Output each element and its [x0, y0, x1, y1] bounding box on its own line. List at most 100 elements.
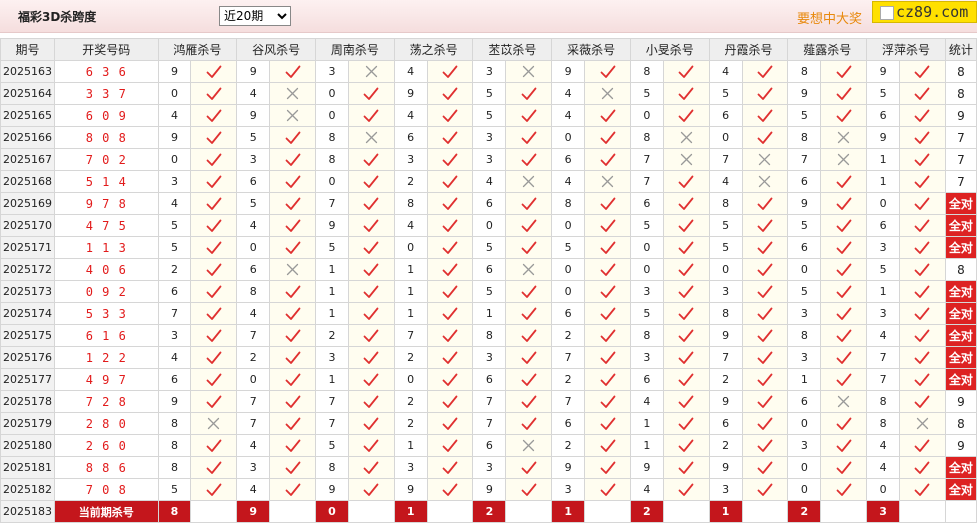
kill-number-cell: 0: [315, 82, 349, 105]
result-cell: [820, 368, 868, 391]
result-cell: [584, 214, 631, 237]
check-icon: [664, 395, 709, 409]
current-blank-cell: [662, 500, 710, 523]
kill-number-cell: 5: [787, 280, 822, 303]
draw-number-cell: 0 9 2: [53, 280, 159, 303]
check-icon: [191, 131, 236, 145]
draw-number-cell: 1 1 3: [53, 236, 159, 259]
kill-number-cell: 6: [472, 258, 507, 281]
kill-number-cell: 6: [551, 412, 586, 435]
result-cell: [190, 126, 238, 149]
period-cell: 2025163: [0, 60, 55, 83]
check-icon: [664, 329, 709, 343]
check-icon: [664, 307, 709, 321]
kill-number-cell: 1: [393, 258, 428, 281]
draw-number-cell: 1 2 2: [53, 346, 159, 369]
kill-number-cell: 2: [708, 434, 743, 457]
result-cell: [820, 412, 868, 435]
check-icon: [585, 131, 630, 145]
result-cell: [741, 104, 789, 127]
result-cell: [269, 104, 316, 127]
result-cell: [741, 192, 789, 215]
table-row: 2025172 4 0 62 6 1 1 6 0 0 0 0 5 8: [0, 258, 977, 281]
stat-cell: 7: [944, 148, 977, 171]
cross-icon: [349, 65, 394, 78]
result-cell: [584, 368, 631, 391]
result-cell: [899, 126, 946, 149]
check-icon: [428, 483, 473, 497]
result-cell: [820, 324, 868, 347]
result-cell: [426, 60, 474, 83]
kill-number-cell: 8: [315, 456, 349, 479]
check-icon: [191, 439, 236, 453]
result-cell: [820, 82, 868, 105]
check-icon: [506, 373, 551, 387]
kill-number-cell: 8: [787, 60, 822, 83]
kill-number-cell: 8: [551, 192, 586, 215]
kill-number-cell: 4: [472, 170, 507, 193]
kill-number-cell: 2: [315, 324, 349, 347]
check-icon: [664, 285, 709, 299]
check-icon: [664, 373, 709, 387]
result-cell: [820, 258, 868, 281]
kill-number-cell: 0: [787, 412, 822, 435]
result-cell: [584, 126, 631, 149]
result-cell: [584, 324, 631, 347]
result-cell: [505, 456, 553, 479]
check-icon: [743, 285, 788, 299]
table-row: 2025167 7 0 20 3 8 3 3 6 7 7 7 1 7: [0, 148, 977, 171]
draw-number-cell: 8 8 6: [53, 456, 159, 479]
period-select[interactable]: 近20期: [219, 6, 291, 26]
result-cell: [269, 390, 316, 413]
result-cell: [820, 170, 868, 193]
check-icon: [585, 263, 630, 277]
result-cell: [347, 280, 395, 303]
period-cell: 2025166: [0, 126, 55, 149]
stat-cell: 全对: [944, 456, 977, 479]
check-icon: [428, 65, 473, 79]
result-cell: [662, 236, 710, 259]
result-cell: [584, 412, 631, 435]
check-icon: [349, 285, 394, 299]
result-cell: [347, 302, 395, 325]
stat-cell: 全对: [944, 478, 977, 501]
kill-number-cell: 4: [551, 104, 586, 127]
kill-number-cell: 4: [629, 390, 664, 413]
result-cell: [505, 478, 553, 501]
check-icon: [428, 109, 473, 123]
check-icon: [349, 329, 394, 343]
stat-cell: 全对: [944, 324, 977, 347]
check-icon: [270, 373, 315, 387]
table-row: 2025181 8 8 6 8 3 8 3 3 9 9 9 0 4 全对: [0, 456, 977, 479]
result-cell: [190, 346, 238, 369]
check-icon: [743, 131, 788, 145]
kill-number-cell: 9: [708, 324, 743, 347]
kill-number-cell: 3: [472, 126, 507, 149]
kill-number-cell: 5: [551, 236, 586, 259]
check-icon: [821, 109, 866, 123]
kill-number-cell: 0: [551, 280, 586, 303]
draw-number-cell: 7 0 2: [53, 148, 159, 171]
col-header-expert: 小旻杀号: [629, 38, 710, 61]
kill-number-cell: 3: [708, 478, 743, 501]
site-logo[interactable]: cz89.com: [872, 1, 977, 23]
check-icon: [664, 109, 709, 123]
result-cell: [269, 478, 316, 501]
result-cell: [347, 368, 395, 391]
kill-number-cell: 2: [236, 346, 271, 369]
check-icon: [349, 109, 394, 123]
kill-number-cell: 8: [708, 192, 743, 215]
check-icon: [191, 153, 236, 167]
result-cell: [269, 236, 316, 259]
promo-text[interactable]: 要想中大奖: [797, 8, 862, 27]
result-cell: [269, 258, 316, 281]
kill-number-cell: 1: [393, 302, 428, 325]
check-icon: [743, 373, 788, 387]
kill-number-cell: 0: [315, 104, 349, 127]
kill-number-cell: 6: [472, 192, 507, 215]
check-icon: [506, 417, 551, 431]
result-cell: [820, 302, 868, 325]
result-cell: [190, 192, 238, 215]
kill-number-cell: 0: [472, 214, 507, 237]
result-cell: [505, 390, 553, 413]
